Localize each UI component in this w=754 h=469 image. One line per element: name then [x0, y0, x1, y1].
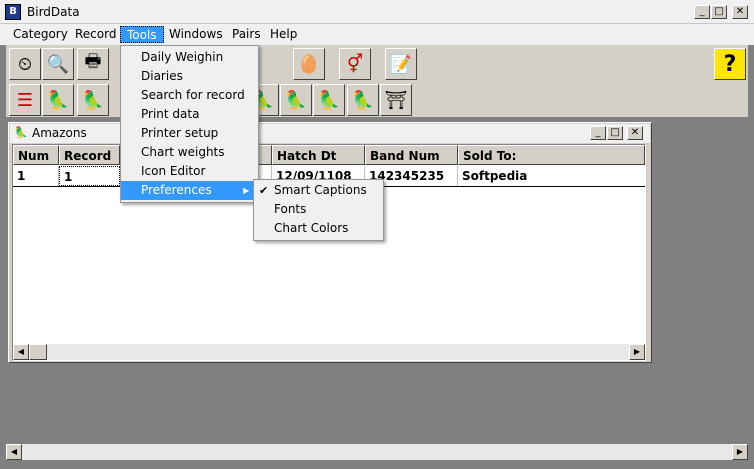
menu-chart-colors[interactable]: Chart Colors	[254, 219, 401, 238]
child-title-bar: 🦜 Amazons _ □ ✕	[10, 124, 650, 143]
menu-category[interactable]: Category	[7, 26, 74, 43]
red-parrot-icon[interactable]: 🦜	[347, 84, 379, 116]
col-band-header[interactable]: Band Num	[365, 145, 458, 165]
menu-bar: Category Record Tools Windows Pairs Help	[0, 24, 754, 45]
amazons-window: 🦜 Amazons _ □ ✕ Num Record Hatch Dt Band…	[8, 122, 652, 363]
menu-windows[interactable]: Windows	[163, 26, 229, 43]
main-hscrollbar[interactable]: ◀ ▶	[6, 444, 748, 460]
child-maximize-button[interactable]: □	[607, 126, 623, 140]
col-num-header[interactable]: Num	[13, 145, 59, 165]
main-scroll-left-arrow-icon[interactable]: ◀	[6, 444, 22, 460]
child-minimize-button[interactable]: _	[590, 126, 606, 140]
menu-print-data[interactable]: Print data	[121, 105, 276, 124]
menu-record[interactable]: Record	[69, 26, 122, 43]
printer-icon[interactable]: 🖶	[77, 48, 109, 80]
list-icon[interactable]: ☰	[9, 84, 41, 116]
toolbar-top: ⏲ 🔍 🖶 🥚 ⚥ 📝 ?	[6, 45, 748, 83]
lovebird-icon[interactable]: 🦜	[280, 84, 312, 116]
scale-icon[interactable]: ⏲	[9, 48, 41, 80]
menu-help[interactable]: Help	[264, 26, 303, 43]
menu-printer-setup[interactable]: Printer setup	[121, 124, 276, 143]
cell-num[interactable]: 1	[13, 166, 59, 186]
menu-tools[interactable]: Tools	[120, 26, 164, 43]
menu-diaries[interactable]: Diaries	[121, 67, 276, 86]
child-window-icon[interactable]: 🦜	[14, 126, 28, 140]
grey-parrot-icon[interactable]: 🦜	[42, 84, 74, 116]
menu-daily-weighin[interactable]: Daily Weighin	[121, 48, 276, 67]
cell-sold-to[interactable]: Softpedia	[458, 166, 649, 186]
menu-pairs[interactable]: Pairs	[226, 26, 267, 43]
col-record-header[interactable]: Record	[59, 145, 120, 165]
submenu-arrow-icon: ▶	[243, 186, 250, 195]
records-grid: Num Record Hatch Dt Band Num Sold To: 1 …	[12, 144, 646, 361]
toolbar-birds: ☰ 🦜 🦜 🦜 🦜 🦜 🦜 ⛩	[6, 83, 748, 117]
menu-fonts[interactable]: Fonts	[254, 200, 401, 219]
close-button[interactable]: ✕	[732, 5, 748, 19]
col-hatch-header[interactable]: Hatch Dt	[272, 145, 365, 165]
birdcage-icon[interactable]: ⛩	[380, 84, 412, 116]
app-icon[interactable]: B	[5, 4, 21, 20]
egg-chick-icon[interactable]: 🥚	[293, 48, 325, 80]
gender-pair-icon[interactable]: ⚥	[339, 48, 371, 80]
scroll-thumb[interactable]	[29, 344, 47, 360]
document-pen-icon[interactable]: 📝	[385, 48, 417, 80]
magnifier-icon[interactable]: 🔍	[42, 48, 74, 80]
tools-menu: Daily Weighin Diaries Search for record …	[120, 45, 276, 203]
maximize-button[interactable]: □	[711, 5, 727, 19]
minimize-button[interactable]: _	[694, 5, 710, 19]
cell-record[interactable]: 1	[59, 166, 120, 186]
preferences-submenu: ✔ Smart Captions Fonts Chart Colors	[253, 179, 384, 241]
menu-smart-captions[interactable]: Smart Captions	[254, 181, 401, 200]
child-close-button[interactable]: ✕	[627, 126, 643, 140]
grid-hscrollbar[interactable]: ◀ ▶	[13, 344, 645, 360]
main-scroll-right-arrow-icon[interactable]: ▶	[732, 444, 748, 460]
macaw-icon[interactable]: 🦜	[77, 84, 109, 116]
menu-search-record[interactable]: Search for record	[121, 86, 276, 105]
scroll-left-arrow-icon[interactable]: ◀	[13, 344, 29, 360]
help-icon[interactable]: ?	[714, 48, 746, 80]
child-title: Amazons	[32, 126, 87, 140]
title-bar: B BirdData _ □ ✕	[0, 0, 754, 24]
menu-chart-weights[interactable]: Chart weights	[121, 143, 276, 162]
window-title: BirdData	[27, 5, 80, 19]
col-sold-header[interactable]: Sold To:	[458, 145, 645, 165]
scroll-right-arrow-icon[interactable]: ▶	[629, 344, 645, 360]
amazon-icon[interactable]: 🦜	[313, 84, 345, 116]
